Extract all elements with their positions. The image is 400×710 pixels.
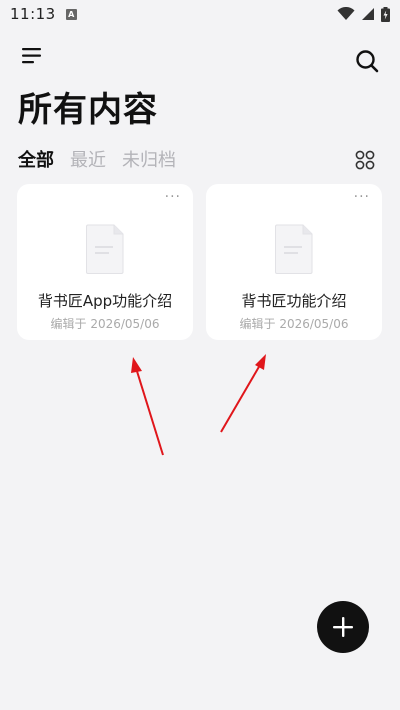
add-document-button[interactable] <box>317 601 369 653</box>
search-button[interactable] <box>354 48 380 74</box>
menu-icon <box>22 48 41 64</box>
plus-icon <box>333 617 353 637</box>
document-date: 编辑于 2026/05/06 <box>239 317 349 331</box>
search-icon <box>356 50 379 73</box>
menu-button[interactable] <box>20 44 44 68</box>
battery-charging-icon <box>381 6 390 22</box>
document-title: 背书匠App功能介绍 <box>37 292 173 310</box>
wifi-icon <box>337 7 355 20</box>
tab-recent[interactable]: 最近 <box>70 146 106 172</box>
document-icon <box>86 224 124 274</box>
document-card[interactable]: ··· 背书匠功能介绍 编辑于 2026/05/06 <box>206 184 382 340</box>
grid-view-toggle[interactable] <box>355 150 375 170</box>
page-title: 所有内容 <box>18 90 158 130</box>
status-bar: 11:13 A <box>0 0 400 28</box>
more-options-icon[interactable]: ··· <box>354 190 370 204</box>
filter-tabs: 全部 最近 未归档 <box>18 146 176 172</box>
tab-all[interactable]: 全部 <box>18 146 54 172</box>
app-screen: 11:13 A 所有内容 全部 最近 未归档 ··· 背书匠App功能介绍 编辑… <box>0 0 400 710</box>
annotation-arrow-right <box>220 354 266 433</box>
tab-unarchived[interactable]: 未归档 <box>122 146 176 172</box>
document-date: 编辑于 2026/05/06 <box>50 317 160 331</box>
status-time: 11:13 <box>10 5 56 23</box>
grid-view-icon <box>355 150 375 170</box>
document-card[interactable]: ··· 背书匠App功能介绍 编辑于 2026/05/06 <box>17 184 193 340</box>
status-icons <box>337 6 390 22</box>
signal-icon <box>362 8 374 20</box>
annotation-arrow-left <box>131 357 164 456</box>
more-options-icon[interactable]: ··· <box>165 190 181 204</box>
document-title: 背书匠功能介绍 <box>241 292 347 310</box>
document-icon <box>275 224 313 274</box>
a-icon: A <box>65 8 77 20</box>
